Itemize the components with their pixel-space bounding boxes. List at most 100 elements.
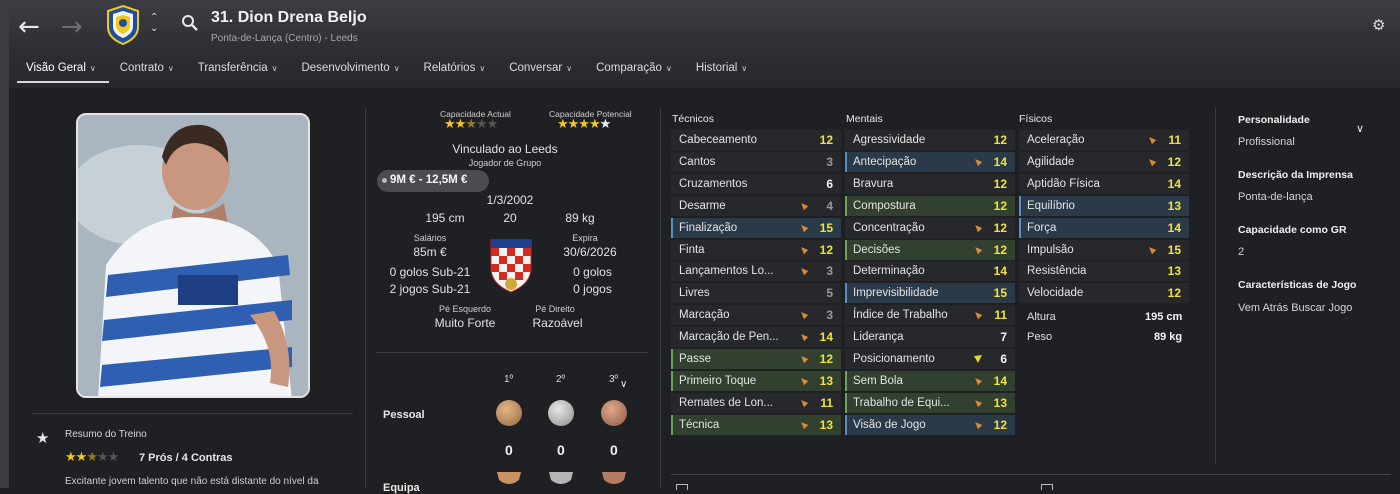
- attribute-row[interactable]: Liderança 7: [845, 326, 1015, 348]
- attribute-row[interactable]: Índice de Trabalho 11: [845, 304, 1015, 326]
- attribute-row[interactable]: Passe 12: [671, 348, 841, 369]
- attribute-row[interactable]: Cantos 3: [671, 151, 841, 172]
- attribute-row[interactable]: Trabalho de Equi... 13: [845, 392, 1015, 413]
- trend-arrow-up-icon: [801, 202, 809, 210]
- tab-bar: Visão Geral ∨ Contrato ∨ Transferência ∨ De…: [14, 62, 759, 84]
- search-icon[interactable]: [181, 14, 199, 32]
- attribute-row[interactable]: Finta 12: [671, 239, 841, 260]
- trend-arrow-up-icon: [975, 421, 983, 429]
- attribute-row[interactable]: Aceleração 11: [1019, 129, 1189, 150]
- attribute-row[interactable]: Marcação de Pen... 14: [671, 326, 841, 348]
- attribute-row[interactable]: Visão de Jogo 12: [845, 414, 1015, 435]
- attribute-row[interactable]: Desarme 4: [671, 195, 841, 216]
- tab-relatorios[interactable]: Relatórios ∨: [412, 62, 498, 84]
- attribute-row[interactable]: Marcação 3: [671, 304, 841, 326]
- tab-contrato[interactable]: Contrato ∨: [108, 62, 186, 84]
- attribute-value: 12: [993, 220, 1007, 235]
- gk-ability-label: Capacidade como GR: [1238, 224, 1347, 236]
- training-description: Excitante jovem talento que não está dis…: [65, 476, 319, 487]
- left-edge: [0, 0, 9, 488]
- attribute-value: 11: [994, 308, 1007, 323]
- attribute-value: 13: [993, 395, 1007, 410]
- trend-arrow-up-icon: [975, 399, 983, 408]
- forward-arrow-icon[interactable]: →: [61, 12, 83, 42]
- chevron-down-icon: ∨: [479, 64, 486, 73]
- attribute-row[interactable]: Impulsão 15: [1019, 239, 1189, 260]
- attribute-value: 12: [1167, 286, 1181, 301]
- expand-chevron-icon[interactable]: ∨: [620, 379, 627, 390]
- checkbox[interactable]: [676, 484, 688, 490]
- attribute-value: 3: [826, 308, 833, 323]
- personality-label: Personalidade: [1238, 114, 1310, 126]
- attribute-name: Desarme: [679, 199, 726, 212]
- attribute-row[interactable]: Livres 5: [671, 282, 841, 304]
- divider: [32, 413, 353, 414]
- training-title: Resumo do Treino: [65, 429, 147, 440]
- attribute-name: Passe: [679, 353, 711, 365]
- attribute-row[interactable]: Posicionamento 6: [845, 348, 1015, 369]
- attribute-row[interactable]: Decisões 12: [845, 239, 1015, 260]
- attribute-row[interactable]: Primeiro Toque 13: [671, 370, 841, 391]
- trend-arrow-up-icon: [1149, 137, 1157, 145]
- attribute-value: 14: [993, 154, 1007, 169]
- mental-title: Mentais: [846, 113, 883, 125]
- attribute-row[interactable]: Força 14: [1019, 217, 1189, 238]
- club-badge-icon[interactable]: [106, 5, 140, 45]
- separator: [660, 108, 661, 488]
- player-title: 31. Dion Drena Beljo: [211, 9, 367, 26]
- training-star-icon: ★: [36, 429, 50, 447]
- attribute-name: Compostura: [853, 199, 916, 212]
- tab-transferencia[interactable]: Transferência ∨: [186, 62, 290, 84]
- tab-comparacao[interactable]: Comparação ∨: [584, 62, 684, 84]
- traits-label: Características de Jogo: [1238, 279, 1357, 291]
- attribute-row[interactable]: Sem Bola 14: [845, 370, 1015, 391]
- tab-conversar[interactable]: Conversar ∨: [497, 62, 584, 84]
- chevron-down-icon[interactable]: ∨: [1356, 122, 1364, 135]
- personal-first-count: 0: [505, 442, 513, 458]
- switch-player-icon[interactable]: ⌃ ⌄: [150, 12, 158, 34]
- attribute-value: 14: [993, 264, 1007, 279]
- attribute-name: Índice de Trabalho: [853, 309, 948, 322]
- attribute-row[interactable]: Lançamentos Lo... 3: [671, 260, 841, 282]
- attribute-value: 12: [993, 176, 1007, 191]
- attribute-row[interactable]: Remates de Lon... 11: [671, 392, 841, 413]
- attribute-value: 14: [819, 330, 833, 345]
- value-badge[interactable]: 9M € - 12,5M €: [377, 170, 489, 192]
- attribute-row[interactable]: Agressividade 12: [845, 129, 1015, 150]
- attribute-name: Equilíbrio: [1027, 199, 1075, 212]
- attribute-value: 13: [1167, 198, 1181, 213]
- attribute-row[interactable]: Imprevisibilidade 15: [845, 282, 1015, 304]
- back-arrow-icon[interactable]: ←: [18, 12, 40, 42]
- tab-historial[interactable]: Historial ∨: [684, 62, 759, 84]
- croatia-flag-icon: [490, 239, 532, 293]
- settings-icon[interactable]: ⚙: [1372, 16, 1385, 34]
- attribute-name: Lançamentos Lo...: [679, 265, 774, 278]
- birth-date: 1/3/2002: [486, 193, 534, 207]
- attribute-row[interactable]: Finalização 15: [671, 217, 841, 238]
- attribute-row[interactable]: Resistência 13: [1019, 260, 1189, 282]
- height-value: 195 cm: [1145, 311, 1183, 323]
- attribute-name: Antecipação: [853, 155, 917, 168]
- attribute-row[interactable]: Bravura 12: [845, 173, 1015, 194]
- attribute-value: 6: [1000, 352, 1007, 366]
- attribute-row[interactable]: Compostura 12: [845, 195, 1015, 216]
- attribute-value: 15: [819, 220, 833, 235]
- attribute-row[interactable]: Equilíbrio 13: [1019, 195, 1189, 216]
- attribute-row[interactable]: Determinação 14: [845, 260, 1015, 282]
- attribute-row[interactable]: Cruzamentos 6: [671, 173, 841, 194]
- attribute-row[interactable]: Técnica 13: [671, 414, 841, 435]
- attribute-row[interactable]: Antecipação 14: [845, 151, 1015, 172]
- checkbox[interactable]: [1041, 484, 1053, 490]
- attribute-row[interactable]: Cabeceamento 12: [671, 129, 841, 150]
- attribute-row[interactable]: Concentração 12: [845, 217, 1015, 238]
- attribute-row[interactable]: Velocidade 12: [1019, 282, 1189, 304]
- trend-arrow-up-icon: [801, 268, 809, 276]
- attribute-value: 15: [993, 286, 1007, 301]
- current-ability-stars: ★★★★★: [444, 117, 498, 132]
- attribute-value: 11: [1168, 133, 1181, 147]
- tab-desenvolvimento[interactable]: Desenvolvimento ∨: [289, 62, 411, 84]
- attribute-row[interactable]: Agilidade 12: [1019, 151, 1189, 172]
- height-label: Altura: [1027, 311, 1056, 323]
- personal-third-count: 0: [610, 442, 618, 458]
- attribute-row[interactable]: Aptidão Física 14: [1019, 173, 1189, 194]
